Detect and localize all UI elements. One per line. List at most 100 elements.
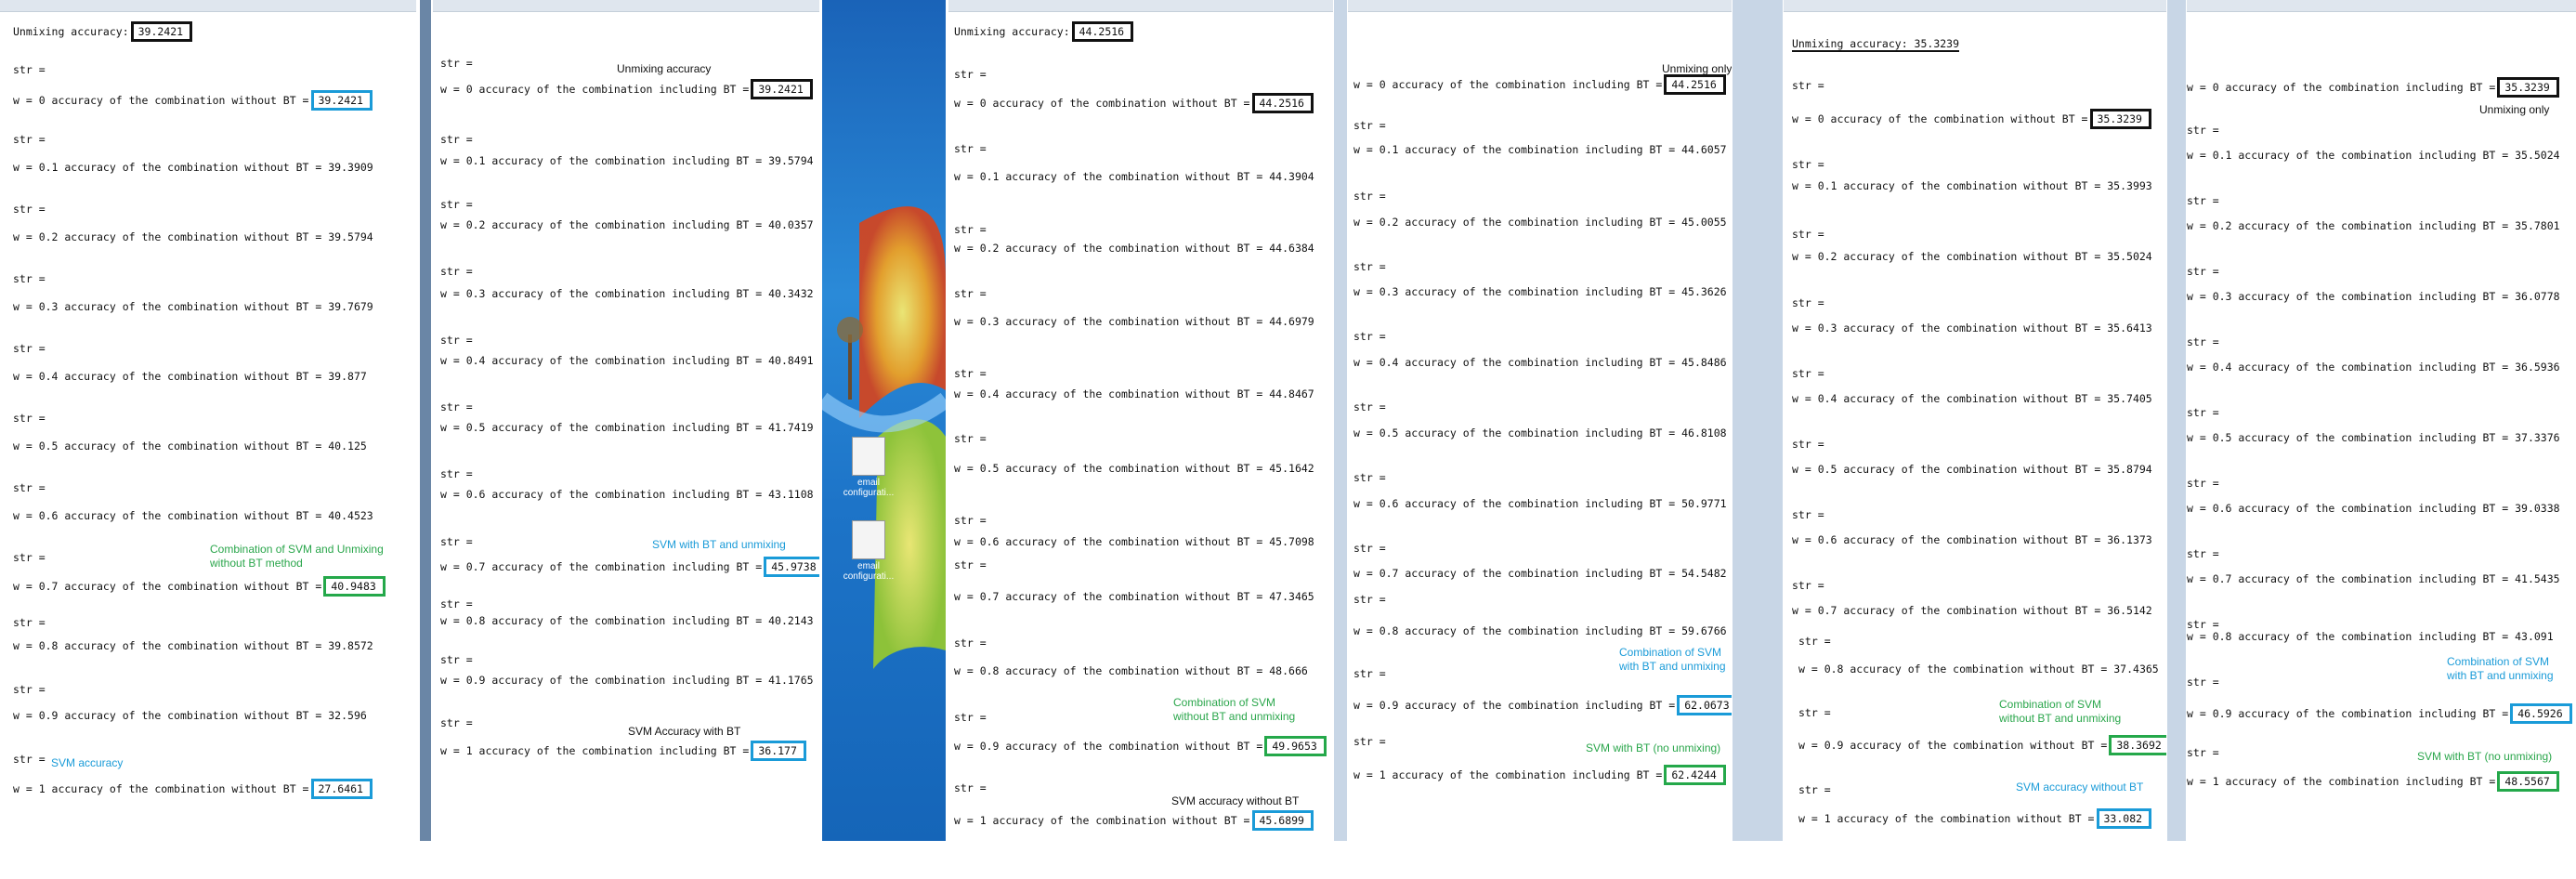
console-window-4: Unmixing only w = 0 accuracy of the comb… bbox=[1348, 0, 1732, 841]
result-line: w = 0.6 accuracy of the combination with… bbox=[954, 535, 1314, 548]
result-line: w = 0 accuracy of the combination withou… bbox=[1792, 109, 2151, 129]
str-label: str = bbox=[1353, 260, 1386, 273]
result-line: w = 0.6 accuracy of the combination with… bbox=[13, 509, 373, 522]
annotation: SVM with BT (no unmixing) bbox=[2417, 750, 2553, 763]
str-label: str = bbox=[1792, 158, 1824, 171]
str-label: str = bbox=[2187, 406, 2219, 419]
value-box: 46.5926 bbox=[2510, 703, 2572, 724]
result-line: w = 0.8 accuracy of the combination with… bbox=[954, 664, 1308, 677]
result-line: w = 1 accuracy of the combination withou… bbox=[1798, 808, 2152, 829]
str-label: str = bbox=[1353, 471, 1386, 484]
result-line: w = 0.3 accuracy of the combination incl… bbox=[1353, 285, 1727, 298]
desktop-background: email configurati... email configurati..… bbox=[822, 0, 946, 841]
result-line: w = 0.5 accuracy of the combination with… bbox=[1792, 463, 2152, 476]
window-top-bar bbox=[433, 0, 819, 12]
console-window-1: Unmixing accuracy: 39.2421 str = w = 0 ac… bbox=[0, 0, 416, 841]
result-line: w = 0.1 accuracy of the combination incl… bbox=[440, 154, 814, 167]
result-line: w = 0.4 accuracy of the combination incl… bbox=[1353, 356, 1727, 369]
console-output: Unmixing only w = 0 accuracy of the comb… bbox=[1348, 12, 1732, 841]
str-label: str = bbox=[1798, 783, 1831, 796]
str-label: str = bbox=[1353, 735, 1386, 748]
str-label: str = bbox=[2187, 676, 2219, 689]
result-line: w = 0 accuracy of the combination includ… bbox=[1353, 74, 1726, 95]
str-label: str = bbox=[2187, 194, 2219, 207]
desktop-icon-label: email configurati... bbox=[843, 561, 895, 582]
result-line: w = 0.7 accuracy of the combination incl… bbox=[440, 557, 819, 577]
result-line: w = 1 accuracy of the combination withou… bbox=[13, 779, 373, 799]
value-box: 35.3239 bbox=[2089, 109, 2151, 129]
str-label: str = bbox=[13, 551, 46, 564]
str-label: str = bbox=[440, 57, 473, 70]
result-line: w = 0.8 accuracy of the combination incl… bbox=[1353, 624, 1727, 637]
console-output: Unmixing accuracy: 44.2516 str = w = 0 ac… bbox=[948, 12, 1333, 841]
str-label: str = bbox=[13, 342, 46, 355]
result-line: w = 0.5 accuracy of the combination with… bbox=[954, 462, 1314, 475]
console-window-2: str = Unmixing accuracy w = 0 accuracy o… bbox=[433, 0, 819, 841]
result-line: w = 0.9 accuracy of the combination with… bbox=[1798, 735, 2166, 755]
str-label: str = bbox=[13, 412, 46, 425]
str-label: str = bbox=[1798, 706, 1831, 719]
str-label: str = bbox=[954, 636, 987, 649]
result-line: w = 0.1 accuracy of the combination with… bbox=[1792, 179, 2152, 192]
unmixing-accuracy-header: Unmixing accuracy: 39.2421 bbox=[13, 21, 193, 42]
annotation: SVM with BT and unmixing bbox=[652, 538, 786, 551]
value-box: 27.6461 bbox=[310, 779, 373, 799]
str-label: str = bbox=[440, 716, 473, 729]
result-line: w = 0.3 accuracy of the combination with… bbox=[954, 315, 1314, 328]
annotation: Combination of SVM bbox=[2447, 655, 2550, 668]
value-box: 48.5567 bbox=[2497, 771, 2559, 792]
str-label: str = bbox=[440, 467, 473, 480]
result-line: w = 0 accuracy of the combination includ… bbox=[2187, 77, 2559, 98]
str-label: str = bbox=[1792, 367, 1824, 380]
result-line: w = 0.7 accuracy of the combination with… bbox=[13, 576, 386, 597]
result-line: w = 0.8 accuracy of the combination incl… bbox=[2187, 630, 2554, 643]
console-output: w = 0 accuracy of the combination includ… bbox=[2187, 12, 2576, 841]
str-label: str = bbox=[1792, 508, 1824, 521]
str-label: str = bbox=[440, 653, 473, 666]
console-window-3: Unmixing accuracy: 44.2516 str = w = 0 ac… bbox=[948, 0, 1333, 841]
result-line: w = 0.3 accuracy of the combination with… bbox=[1792, 321, 2152, 335]
result-line: w = 0.6 accuracy of the combination incl… bbox=[2187, 502, 2560, 515]
result-line: w = 0.1 accuracy of the combination incl… bbox=[2187, 149, 2560, 162]
email-config-file-icon[interactable]: email configurati... bbox=[841, 437, 896, 498]
result-line: w = 0.4 accuracy of the combination with… bbox=[1792, 392, 2152, 405]
result-line: w = 1 accuracy of the combination withou… bbox=[954, 810, 1314, 831]
result-line: w = 0.2 accuracy of the combination with… bbox=[954, 242, 1314, 255]
str-label: str = bbox=[954, 287, 987, 300]
result-line: w = 0.2 accuracy of the combination incl… bbox=[440, 218, 814, 231]
str-label: str = bbox=[2187, 265, 2219, 278]
windows-logo-graphic bbox=[822, 206, 946, 669]
annotation: without BT and unmixing bbox=[1999, 712, 2122, 725]
annotation: SVM accuracy without BT bbox=[2016, 781, 2144, 794]
email-config-file-icon[interactable]: email configurati... bbox=[841, 520, 896, 582]
value-box: 62.4244 bbox=[1664, 765, 1726, 785]
result-line: w = 0.9 accuracy of the combination with… bbox=[954, 736, 1327, 756]
result-line: w = 0.8 accuracy of the combination with… bbox=[13, 639, 373, 652]
value-box: 33.082 bbox=[2096, 808, 2152, 829]
str-label: str = bbox=[13, 203, 46, 216]
str-label: str = bbox=[1792, 579, 1824, 592]
console-output: Unmixing accuracy: 35.3239 str = w = 0 a… bbox=[1784, 12, 2166, 841]
str-label: str = bbox=[2187, 547, 2219, 560]
window-border bbox=[2167, 0, 2186, 841]
document-icon bbox=[852, 437, 885, 476]
str-label: str = bbox=[954, 711, 987, 724]
str-label: str = bbox=[2187, 746, 2219, 759]
result-line: w = 0.9 accuracy of the combination incl… bbox=[440, 674, 814, 687]
result-line: w = 0 accuracy of the combination withou… bbox=[13, 90, 373, 111]
value-box: 45.9738 bbox=[764, 557, 819, 577]
annotation: with BT and unmixing bbox=[2447, 669, 2554, 682]
result-line: w = 0.6 accuracy of the combination incl… bbox=[440, 488, 814, 501]
str-label: str = bbox=[1353, 330, 1386, 343]
result-line: w = 0.2 accuracy of the combination with… bbox=[1792, 250, 2152, 263]
result-line: w = 0.9 accuracy of the combination with… bbox=[13, 709, 367, 722]
window-border bbox=[1334, 0, 1347, 841]
result-line: w = 0.5 accuracy of the combination incl… bbox=[1353, 426, 1727, 440]
value-box: 36.177 bbox=[751, 741, 806, 761]
str-label: str = bbox=[1792, 296, 1824, 309]
result-line: w = 0.5 accuracy of the combination incl… bbox=[2187, 431, 2560, 444]
str-label: str = bbox=[440, 334, 473, 347]
window-top-bar bbox=[1784, 0, 2166, 12]
result-line: w = 0.5 accuracy of the combination incl… bbox=[440, 421, 814, 434]
str-label: str = bbox=[1798, 635, 1831, 648]
